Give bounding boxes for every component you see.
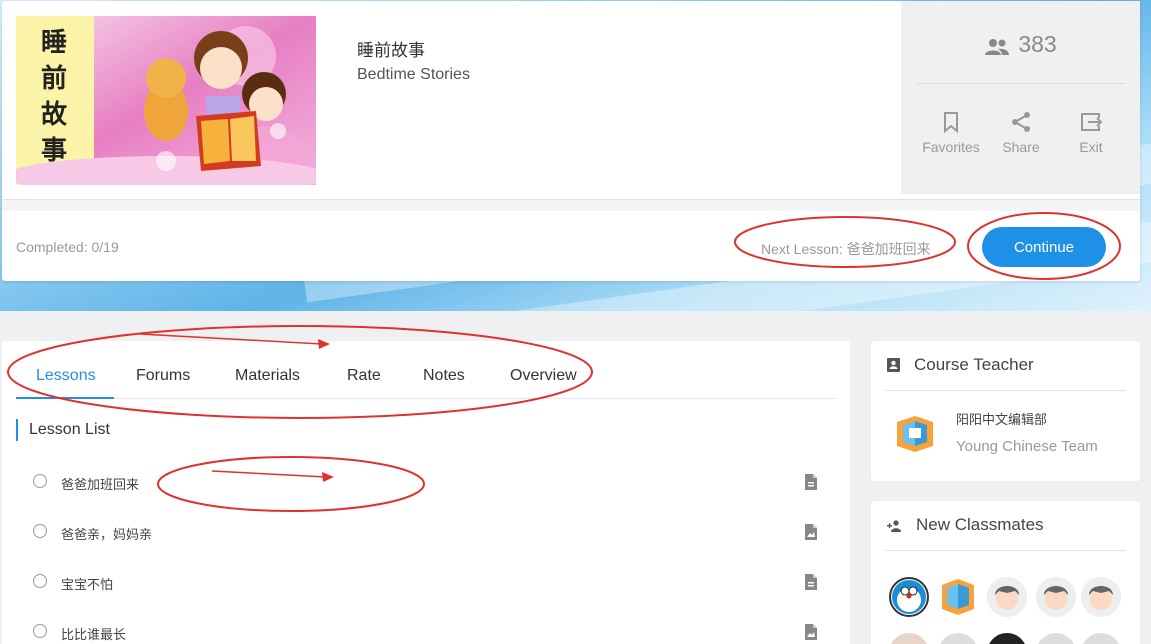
course-header-card: 睡前故事 睡前故事 Bedtime Stories 383 Favorites — [2, 1, 1140, 281]
lesson-name[interactable]: 爸爸加班回来 — [61, 474, 139, 493]
teacher-name-cn[interactable]: 阳阳中文编辑部 — [956, 409, 1047, 428]
share-label: Share — [1002, 139, 1040, 155]
next-lesson-link[interactable]: Next Lesson: 爸爸加班回来 — [761, 239, 931, 259]
cover-title-char: 事 — [41, 136, 67, 166]
favorites-button[interactable]: Favorites — [916, 111, 986, 155]
lesson-status-radio[interactable] — [33, 524, 47, 538]
exit-icon — [1081, 113, 1103, 131]
lesson-item[interactable]: 爸爸加班回来 — [16, 473, 836, 503]
course-cover-image: 睡前故事 — [16, 16, 316, 185]
course-title-cn: 睡前故事 — [357, 41, 425, 60]
exit-label: Exit — [1079, 139, 1103, 155]
lesson-status-radio[interactable] — [33, 574, 47, 588]
image-icon[interactable] — [804, 623, 818, 641]
lesson-name[interactable]: 宝宝不怕 — [61, 574, 113, 593]
member-count-value: 383 — [1018, 31, 1057, 57]
cover-title-char: 睡 — [41, 28, 67, 58]
classmates-card-heading: New Classmates — [887, 515, 1044, 535]
tab-lessons[interactable]: Lessons — [36, 367, 96, 385]
lesson-item[interactable]: 爸爸亲，妈妈亲 — [16, 523, 836, 553]
course-side-panel: 383 Favorites Share Exit — [901, 1, 1140, 194]
course-tabs: Lessons Forums Materials Rate Notes Over… — [16, 341, 836, 399]
completed-progress: Completed: 0/19 — [16, 239, 119, 255]
continue-button[interactable]: Continue — [982, 227, 1106, 267]
boy-avatar-icon — [1081, 577, 1121, 617]
side-divider — [917, 83, 1125, 84]
teacher-heading-text: Course Teacher — [914, 355, 1034, 374]
document-icon[interactable] — [804, 473, 818, 491]
course-teacher-card: Course Teacher 阳阳中文编辑部 Young Chinese Tea… — [871, 341, 1140, 481]
classmate-avatar[interactable] — [987, 633, 1027, 644]
teacher-avatar[interactable] — [895, 416, 935, 452]
share-button[interactable]: Share — [986, 111, 1056, 155]
classmate-avatar[interactable] — [889, 633, 929, 644]
doraemon-avatar-icon — [892, 580, 926, 614]
share-icon — [1012, 112, 1030, 132]
course-title-en: Bedtime Stories — [357, 66, 470, 83]
lesson-status-radio[interactable] — [33, 474, 47, 488]
lesson-item[interactable]: 宝宝不怕 — [16, 573, 836, 603]
lesson-status-radio[interactable] — [33, 624, 47, 638]
classmate-avatar[interactable] — [938, 633, 978, 644]
classmate-avatar[interactable] — [1036, 633, 1076, 644]
card-divider — [885, 550, 1126, 551]
classmate-avatar[interactable] — [889, 577, 929, 617]
card-separator — [2, 199, 1140, 211]
tab-rate[interactable]: Rate — [347, 367, 381, 385]
lesson-name[interactable]: 爸爸亲，妈妈亲 — [61, 524, 152, 543]
teacher-card-heading: Course Teacher — [887, 355, 1034, 375]
new-classmates-card: New Classmates — [871, 501, 1140, 644]
active-tab-indicator — [16, 397, 114, 399]
exit-button[interactable]: Exit — [1056, 111, 1126, 155]
classmate-avatar[interactable] — [987, 577, 1027, 617]
lesson-name[interactable]: 比比谁最长 — [61, 624, 126, 643]
cover-title-char: 故 — [41, 100, 67, 130]
lesson-list-title: Lesson List — [16, 419, 110, 441]
classmate-avatar[interactable] — [1081, 577, 1121, 617]
card-divider — [885, 390, 1126, 391]
tab-materials[interactable]: Materials — [235, 367, 300, 385]
classmate-avatar[interactable] — [1036, 577, 1076, 617]
add-person-icon — [887, 520, 901, 532]
people-icon — [985, 39, 1010, 55]
classmate-avatar[interactable] — [1081, 633, 1121, 644]
classmates-heading-text: New Classmates — [916, 515, 1044, 534]
lesson-item[interactable]: 比比谁最长 — [16, 623, 836, 644]
tab-overview[interactable]: Overview — [510, 367, 577, 385]
image-icon[interactable] — [804, 523, 818, 541]
lessons-panel: Lessons Forums Materials Rate Notes Over… — [2, 341, 850, 644]
document-icon[interactable] — [804, 573, 818, 591]
tab-forums[interactable]: Forums — [136, 367, 190, 385]
favorites-label: Favorites — [922, 139, 980, 155]
boy-avatar-icon — [1036, 577, 1076, 617]
member-count: 383 — [901, 31, 1140, 58]
bookmark-icon — [944, 112, 958, 133]
teacher-name-en: Young Chinese Team — [956, 438, 1098, 455]
cover-title-char: 前 — [41, 63, 67, 94]
team-logo-avatar-icon — [942, 579, 974, 615]
classmate-avatar[interactable] — [938, 577, 978, 617]
boy-avatar-icon — [987, 577, 1027, 617]
tab-notes[interactable]: Notes — [423, 367, 465, 385]
contact-card-icon — [887, 358, 900, 372]
